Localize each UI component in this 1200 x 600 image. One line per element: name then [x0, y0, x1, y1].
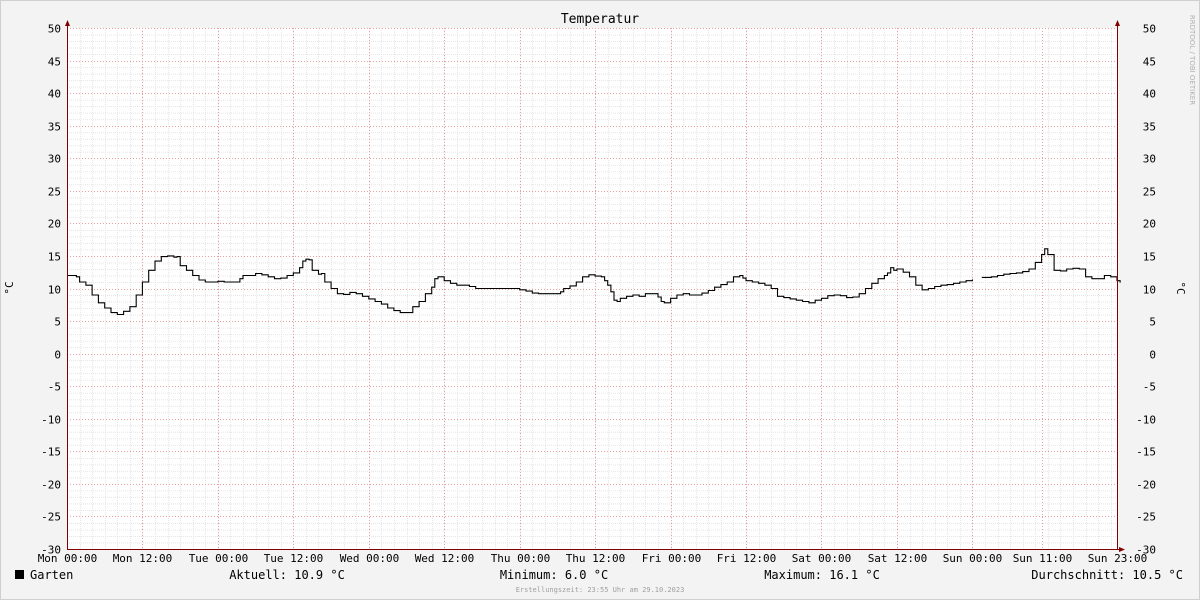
x-tick-label: Wed 00:00: [340, 552, 400, 565]
x-tick-label: Sun 11:00: [1013, 552, 1073, 565]
y-tick-label-left: 10: [48, 284, 61, 297]
temperature-chart: 50454035302520151050-5-10-15-20-25-30 50…: [3, 12, 1196, 594]
y-tick-label-right: 30: [1143, 153, 1156, 166]
y-tick-label-right: 40: [1143, 88, 1156, 101]
legend-aktuell: Aktuell: 10.9 °C: [229, 568, 345, 582]
x-tick-label: Sat 12:00: [868, 552, 928, 565]
y-tick-label-left: -20: [41, 479, 61, 492]
x-tick-label: Sun 23:00: [1088, 552, 1148, 565]
x-tick-label: Mon 00:00: [38, 552, 98, 565]
legend-durchschnitt: Durchschnitt: 10.5 °C: [1031, 568, 1183, 582]
y-tick-label-right: 10: [1143, 284, 1156, 297]
y-tick-label-right: -15: [1136, 446, 1156, 459]
footer-timestamp: Erstellungszeit: 23:55 Uhr am 29.10.2023: [516, 586, 685, 594]
watermark-text: RRDTOOL / TOBI OETIKER: [1188, 15, 1196, 105]
y-tick-label-right: 35: [1143, 121, 1156, 134]
y-tick-label-left: 25: [48, 186, 61, 199]
legend-swatch: [15, 570, 24, 579]
y-tick-label-right: 25: [1143, 186, 1156, 199]
x-tick-label: Sun 00:00: [943, 552, 1003, 565]
y-tick-label-right: 50: [1143, 23, 1156, 36]
y-tick-label-right: 5: [1149, 316, 1156, 329]
y-axis-right-ticks: 50454035302520151050-5-10-15-20-25-30: [1136, 23, 1156, 557]
y-tick-label-left: 50: [48, 23, 61, 36]
y-tick-label-right: 15: [1143, 251, 1156, 264]
y-tick-label-left: -15: [41, 446, 61, 459]
x-tick-label: Thu 12:00: [566, 552, 626, 565]
legend-maximum: Maximum: 16.1 °C: [764, 568, 880, 582]
x-axis-ticks: Mon 00:00 Mon 12:00 Tue 00:00 Tue 12:00 Wed …: [38, 552, 1148, 565]
y-tick-label-left: -5: [48, 381, 61, 394]
y-tick-label-left: 45: [48, 56, 61, 69]
x-tick-label: Tue 12:00: [264, 552, 324, 565]
x-tick-label: Sat 00:00: [792, 552, 852, 565]
y-tick-label-right: 0: [1149, 349, 1156, 362]
y-tick-label-right: 45: [1143, 56, 1156, 69]
y-tick-label-left: -10: [41, 414, 61, 427]
y-tick-label-left: -25: [41, 511, 61, 524]
y-tick-label-right: -25: [1136, 511, 1156, 524]
x-tick-label: Tue 00:00: [189, 552, 249, 565]
x-tick-label: Thu 00:00: [491, 552, 551, 565]
y-tick-label-left: 30: [48, 153, 61, 166]
legend-minimum: Minimum: 6.0 °C: [500, 568, 608, 582]
x-tick-label: Mon 12:00: [113, 552, 173, 565]
y-tick-label-right: -5: [1143, 381, 1156, 394]
y-tick-label-right: -10: [1136, 414, 1156, 427]
x-tick-label: Fri 12:00: [717, 552, 777, 565]
y-tick-label-right: -20: [1136, 479, 1156, 492]
y-tick-label-left: 20: [48, 218, 61, 231]
y-tick-label-left: 40: [48, 88, 61, 101]
legend-label: Garten: [30, 568, 73, 582]
y-axis-right-label: °C: [1174, 281, 1187, 294]
y-axis-left-arrow: [65, 20, 70, 26]
y-tick-label-left: 5: [54, 316, 61, 329]
y-tick-label-left: 15: [48, 251, 61, 264]
y-tick-label-left: 35: [48, 121, 61, 134]
x-tick-label: Wed 12:00: [415, 552, 475, 565]
y-axis-right-arrow: [1115, 20, 1120, 26]
y-axis-left-ticks: 50454035302520151050-5-10-15-20-25-30: [41, 23, 61, 557]
x-tick-label: Fri 00:00: [642, 552, 702, 565]
chart-title: Temperatur: [561, 12, 639, 27]
y-axis-left-label: °C: [3, 281, 16, 294]
y-tick-label-right: 20: [1143, 218, 1156, 231]
y-tick-label-left: 0: [54, 349, 61, 362]
